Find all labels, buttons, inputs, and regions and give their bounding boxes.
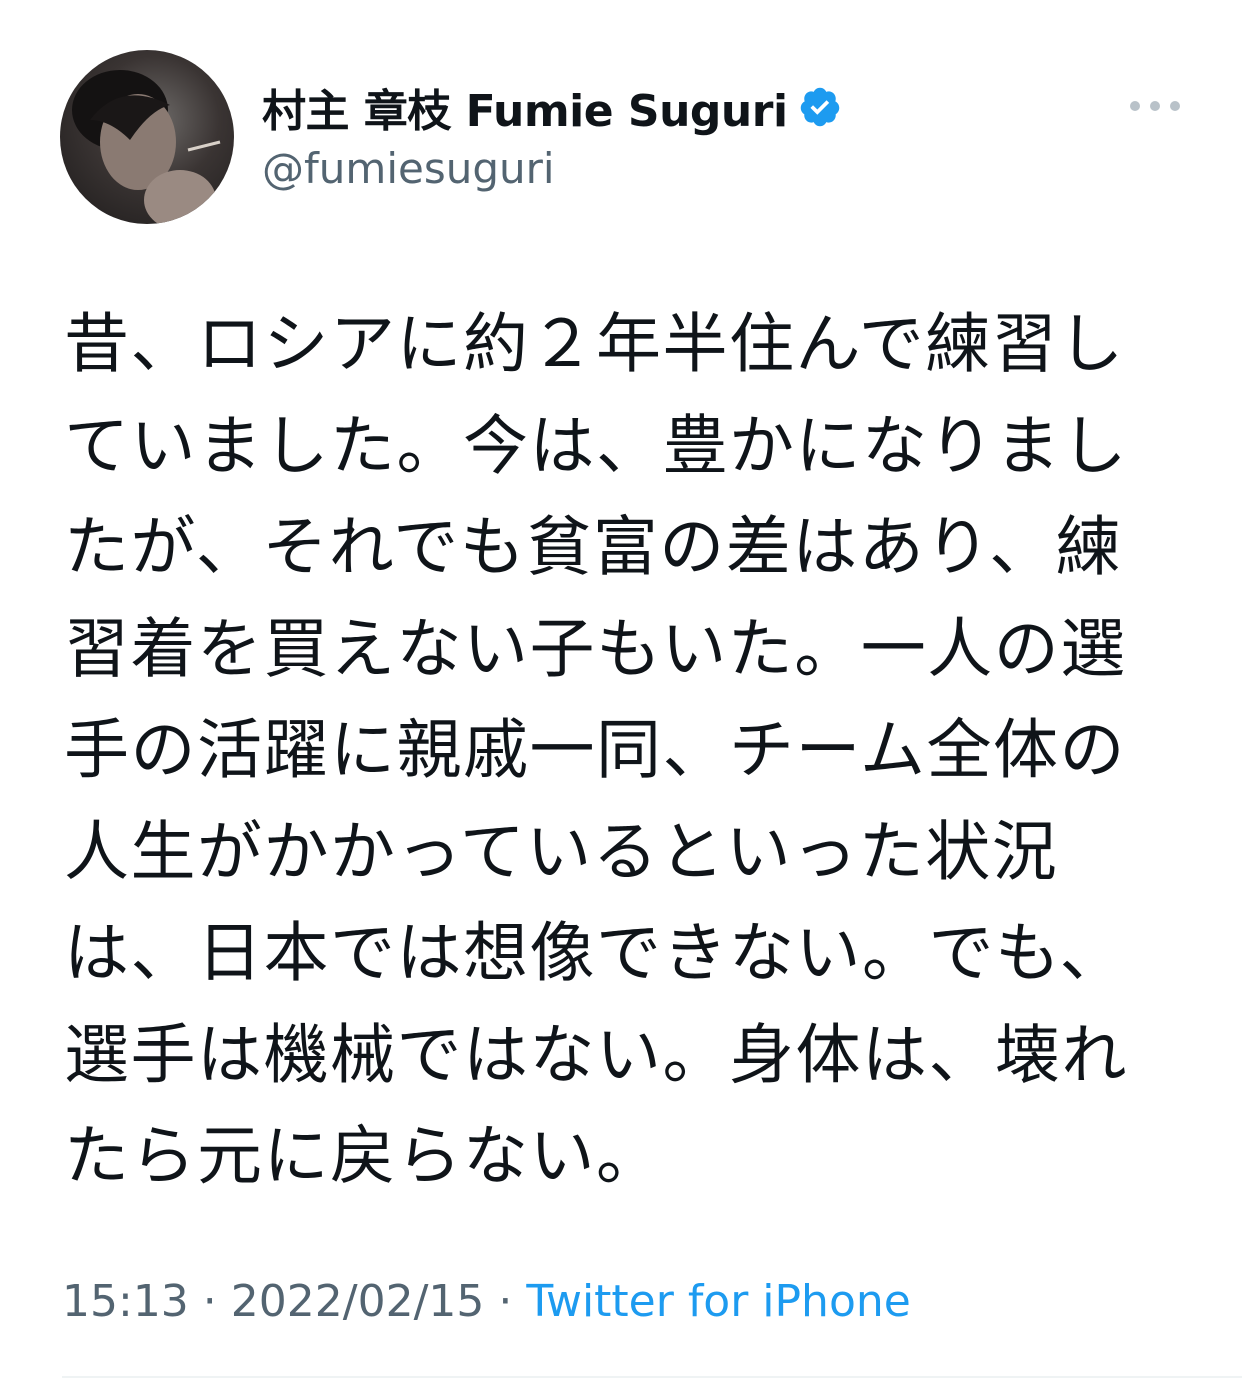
avatar[interactable] [60,50,234,224]
tweet-text-line: 手の活躍に親戚一同、チーム全体の [64,713,1127,788]
avatar-photo [72,70,221,224]
tweet-text-line: は、日本では想像できない。でも、 [64,916,1127,991]
more-horizontal-icon-dot [1150,101,1160,111]
tweet-text-line: 昔、ロシアに約２年半住んで練習し [64,307,1125,382]
tweet-text-line: たが、それでも貧富の差はあり、練 [64,510,1123,585]
meta-separator: · [484,1276,527,1327]
author-name-row[interactable]: 村主 章枝 Fumie Suguri [262,75,842,139]
tweet-text: 昔、ロシアに約２年半住んで練習し ていました。今は、豊かになりまし たが、それで… [64,294,1154,1208]
more-options-button[interactable] [1130,96,1180,116]
tweet-time[interactable]: 15:13 [62,1276,189,1327]
tweet-source-link[interactable]: Twitter for iPhone [526,1276,910,1327]
tweet-date[interactable]: 2022/02/15 [231,1276,485,1327]
verified-badge-icon [800,87,839,127]
more-horizontal-icon-dot [1130,101,1140,111]
tweet-text-line: たら元に戻らない。 [64,1119,663,1194]
tweet-meta: 15:13 · 2022/02/15 · Twitter for iPhone [62,1276,911,1327]
tweet-text-line: ていました。今は、豊かになりまし [64,408,1129,484]
author-handle[interactable]: @fumiesuguri [262,144,555,193]
tweet-text-line: 人生がかかっているといった状況 [64,814,1059,890]
more-horizontal-icon-dot [1170,101,1180,111]
meta-separator: · [188,1276,231,1327]
tweet-text-line: 選手は機械ではない。身体は、壊れ [64,1017,1129,1093]
divider [62,1376,1242,1378]
author-display-name[interactable]: 村主 章枝 Fumie Suguri [262,75,788,139]
tweet-text-line: 習着を買えない子もいた。一人の選 [64,611,1127,687]
